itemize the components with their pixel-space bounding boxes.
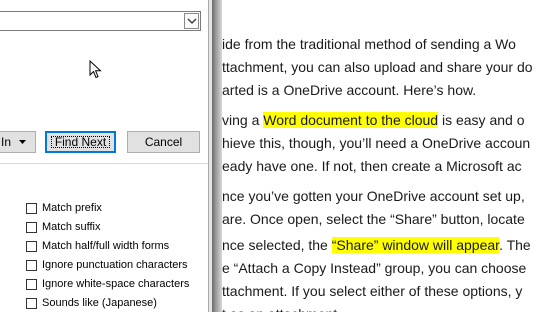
document-line: e “Attach a Copy Instead” group, you can… <box>222 260 526 276</box>
match-half-full-width-label: Match half/full width forms <box>42 240 170 252</box>
document-text: is easy and o <box>438 112 525 128</box>
ignore-punctuation-checkbox[interactable] <box>26 260 37 271</box>
find-next-button[interactable]: Find Next <box>45 131 116 153</box>
sounds-like-label: Sounds like (Japanese) <box>42 297 157 309</box>
document-text: ttachment. If you select either of these… <box>222 283 523 299</box>
mouse-pointer-icon <box>89 60 102 79</box>
document-line: arted is a OneDrive account. Here’s how. <box>222 82 476 98</box>
find-what-dropdown-button[interactable] <box>184 13 199 29</box>
ignore-white-space-checkbox[interactable] <box>26 279 37 290</box>
document-line: ide from the traditional method of sendi… <box>222 36 516 52</box>
document-text: are. Once open, select the “Share” butto… <box>222 211 525 227</box>
document-text: e “Attach a Copy Instead” group, you can… <box>222 260 527 276</box>
ignore-white-space-label: Ignore white-space characters <box>42 278 190 290</box>
highlighted-text: “Share” window will appear <box>331 237 500 253</box>
chevron-down-icon <box>187 18 197 24</box>
match-prefix-label: Match prefix <box>42 202 102 214</box>
find-what-combobox[interactable] <box>0 11 201 31</box>
document-text: eady have one. If not, then create a Mic… <box>222 158 522 174</box>
cancel-button[interactable]: Cancel <box>127 131 200 153</box>
document-line: hieve this, though, you’ll need a OneDri… <box>222 135 530 151</box>
more-button[interactable]: In <box>0 131 36 153</box>
document-text: arted is a OneDrive account. Here’s how. <box>222 82 477 98</box>
document-page: ide from the traditional method of sendi… <box>222 0 540 312</box>
document-text: ttachment, you can also upload and share… <box>222 59 533 75</box>
document-line: ttachment, you can also upload and share… <box>222 59 533 75</box>
find-next-label: Find Next <box>54 135 107 149</box>
document-text: . The <box>499 237 531 253</box>
document-text: t as an attachment. <box>222 306 341 312</box>
dialog-separator <box>0 163 208 164</box>
document-line: are. Once open, select the “Share” butto… <box>222 211 525 227</box>
match-prefix-checkbox[interactable] <box>26 203 37 214</box>
document-line: t as an attachment. <box>222 306 341 312</box>
page-shadow <box>212 0 222 312</box>
document-text: nce selected, the <box>222 237 332 253</box>
document-line: eady have one. If not, then create a Mic… <box>222 158 522 174</box>
match-half-full-width-checkbox[interactable] <box>26 241 37 252</box>
document-line: nce selected, the “Share” window will ap… <box>222 237 531 253</box>
document-line: ving a Word document to the cloud is eas… <box>222 112 524 128</box>
find-dialog: In Find Next Cancel Match prefix Match s… <box>0 0 212 312</box>
match-suffix-label: Match suffix <box>42 221 101 233</box>
more-button-label: In <box>1 135 12 149</box>
triangle-down-icon <box>19 140 26 144</box>
match-suffix-checkbox[interactable] <box>26 222 37 233</box>
document-text: ving a <box>222 112 264 128</box>
document-text: nce you’ve gotten your OneDrive account … <box>222 188 525 204</box>
highlighted-text: Word document to the cloud <box>263 112 439 128</box>
cancel-label: Cancel <box>144 135 183 149</box>
sounds-like-checkbox[interactable] <box>26 298 37 309</box>
document-text: ide from the traditional method of sendi… <box>222 36 516 52</box>
document-text: hieve this, though, you’ll need a OneDri… <box>222 135 531 151</box>
find-what-input[interactable] <box>0 13 179 29</box>
document-line: ttachment. If you select either of these… <box>222 283 522 299</box>
document-line: nce you’ve gotten your OneDrive account … <box>222 188 525 204</box>
ignore-punctuation-label: Ignore punctuation characters <box>42 259 188 271</box>
